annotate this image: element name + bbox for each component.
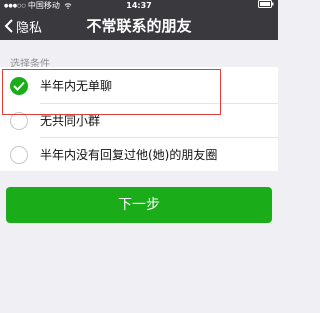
back-button[interactable]: 隐私 [4,12,42,40]
battery-icon [258,0,274,12]
annotation-highlight-box [2,69,221,115]
unchecked-radio-icon[interactable] [10,146,28,164]
option-label: 半年内没有回复过他(她)的朋友圈 [40,148,218,162]
option-no-moments-reply[interactable]: 半年内没有回复过他(她)的朋友圈 [0,138,278,172]
status-bar: ●●●○○ 中国移动 14:37 [0,0,278,12]
chevron-left-icon [4,19,13,33]
navigation-bar: 不常联系的朋友 隐私 [0,12,278,40]
next-step-button[interactable]: 下一步 [6,187,272,223]
back-label: 隐私 [16,20,43,36]
status-time: 14:37 [126,1,152,10]
